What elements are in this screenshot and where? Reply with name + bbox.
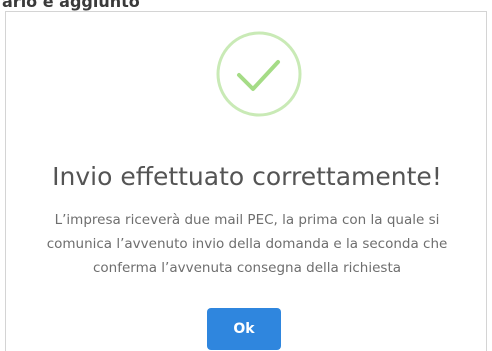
ok-button[interactable]: Ok — [207, 308, 281, 350]
background-page-heading: ario e aggiunto — [2, 0, 140, 11]
success-check-icon — [215, 30, 303, 118]
dialog-title: Invio effettuato correttamente! — [52, 162, 442, 191]
check-circle-icon — [216, 31, 302, 117]
dialog-message: L’impresa riceverà due mail PEC, la prim… — [46, 212, 448, 276]
success-dialog: Invio effettuato correttamente! L’impres… — [5, 11, 487, 351]
